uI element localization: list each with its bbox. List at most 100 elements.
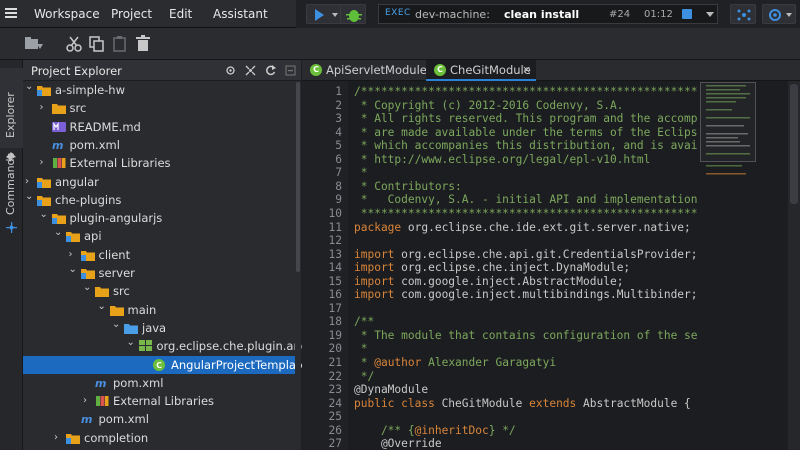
code-token: *: [354, 356, 375, 369]
code-line[interactable]: import com.google.inject.multibindings.M…: [354, 288, 698, 301]
run-button[interactable]: [306, 4, 342, 24]
hamburger-menu-button[interactable]: [0, 0, 22, 28]
editor-scroll-thumb[interactable]: [790, 84, 798, 204]
code-line[interactable]: ****************************************…: [354, 207, 698, 220]
code-line[interactable]: * @author Alexander Garagatyi: [354, 356, 698, 369]
menu-project[interactable]: Project: [111, 7, 152, 21]
chevron-right-icon[interactable]: ›: [40, 157, 44, 168]
tree-item[interactable]: ⌄ main: [23, 301, 295, 319]
code-line[interactable]: * Contributors:: [354, 180, 698, 193]
explorer-rail-tab[interactable]: Explorer: [0, 68, 23, 162]
code-line[interactable]: /** {@inheritDoc} */: [354, 424, 698, 437]
code-line[interactable]: */: [354, 370, 698, 383]
code-line[interactable]: * Codenvy, S.A. - initial API and implem…: [354, 193, 698, 206]
chevron-down-icon[interactable]: ⌄: [112, 319, 120, 330]
tree-item[interactable]: ⌄ java: [23, 319, 295, 337]
code-line[interactable]: * http://www.eclipse.org/legal/epl-v10.h…: [354, 153, 698, 166]
tab-chegitmodule[interactable]: C CheGitModule ×: [426, 60, 536, 81]
command-execution-panel[interactable]: EXEC dev-machine: clean install #24 01:1…: [378, 4, 718, 24]
code-line[interactable]: public class CheGitModule extends Abstra…: [354, 397, 698, 410]
new-item-icon[interactable]: [24, 35, 46, 53]
minimap-viewport[interactable]: [700, 82, 756, 162]
line-number: 23: [328, 383, 342, 397]
chevron-right-icon[interactable]: ›: [83, 395, 87, 406]
code-line[interactable]: import org.eclipse.che.api.git.Credentia…: [354, 248, 698, 261]
copy-icon[interactable]: [88, 35, 106, 53]
collapse-all-icon[interactable]: [245, 65, 256, 76]
stop-icon[interactable]: [682, 9, 692, 19]
delete-icon[interactable]: [134, 35, 152, 53]
tree-item[interactable]: › External Libraries: [23, 154, 295, 172]
chevron-down-icon[interactable]: ⌄: [25, 81, 33, 92]
code-line[interactable]: import org.eclipse.che.inject.DynaModule…: [354, 261, 698, 274]
code-line[interactable]: import com.google.inject.AbstractModule;: [354, 275, 698, 288]
cut-icon[interactable]: [65, 35, 83, 53]
tree-item[interactable]: ⌄ a-simple-hw: [23, 81, 295, 99]
code-line[interactable]: * All rights reserved. This program and …: [354, 112, 698, 125]
tree-item[interactable]: › External Libraries: [23, 392, 295, 410]
tree-item[interactable]: ⌄ src: [23, 282, 295, 300]
chevron-down-icon[interactable]: ⌄: [69, 264, 77, 275]
explorer-scroll-thumb[interactable]: [296, 82, 300, 272]
tree-item[interactable]: m pom.xml: [23, 410, 295, 428]
chevron-right-icon[interactable]: ›: [40, 102, 44, 113]
project-folder-icon: [66, 230, 80, 245]
line-number: 7: [335, 166, 342, 180]
code-line[interactable]: * The module that contains configuration…: [354, 329, 698, 342]
tree-item-label: server: [98, 266, 135, 280]
tree-item[interactable]: C AngularProjectTemplateEx: [23, 355, 322, 374]
code-line[interactable]: @Override: [354, 437, 698, 450]
tree-item[interactable]: ⌄ plugin-angularjs: [23, 209, 295, 227]
close-icon[interactable]: ×: [522, 63, 531, 76]
code-line[interactable]: * which accompanies this distribution, a…: [354, 139, 698, 152]
code-token: * The module that contains configuration…: [360, 328, 698, 342]
line-number: 12: [328, 234, 342, 248]
chevron-down-icon[interactable]: [706, 12, 714, 17]
menu-workspace[interactable]: Workspace: [34, 7, 100, 21]
debug-button[interactable]: [340, 4, 366, 24]
settings-menu-button[interactable]: [762, 4, 796, 24]
folder-icon: [51, 102, 66, 117]
tree-item[interactable]: README.md: [23, 118, 295, 136]
tab-apiservletmodule[interactable]: C ApiServletModule: [302, 60, 427, 81]
tree-item[interactable]: ⌄ server: [23, 264, 295, 282]
machines-button[interactable]: [730, 4, 756, 24]
code-line[interactable]: *: [354, 342, 698, 355]
chevron-down-icon[interactable]: ⌄: [98, 301, 106, 312]
code-line[interactable]: /**: [354, 315, 698, 328]
tree-item[interactable]: › completion: [23, 429, 295, 447]
commands-icon: [6, 222, 17, 233]
commands-rail-tab[interactable]: Commands: [0, 153, 23, 240]
chevron-down-icon[interactable]: ⌄: [83, 282, 91, 293]
tab-label: ApiServletModule: [326, 63, 427, 77]
tree-item[interactable]: ⌄ api: [23, 227, 295, 245]
code-token: @DynaModule: [354, 383, 429, 397]
play-icon: [315, 9, 338, 21]
tree-item[interactable]: m pom.xml: [23, 374, 295, 392]
code-line[interactable]: * are made available under the terms of …: [354, 126, 698, 139]
tree-item[interactable]: ⌄ che-plugins: [23, 191, 295, 209]
code-line[interactable]: /***************************************…: [354, 85, 698, 98]
chevron-right-icon[interactable]: ›: [69, 249, 73, 260]
chevron-right-icon[interactable]: ›: [54, 432, 58, 443]
tree-item[interactable]: › angular: [23, 173, 295, 191]
refresh-icon[interactable]: [265, 65, 276, 76]
code-line[interactable]: package org.eclipse.che.ide.ext.git.serv…: [354, 221, 698, 234]
minimize-panel-icon[interactable]: [285, 65, 296, 76]
tree-item[interactable]: m pom.xml: [23, 136, 295, 154]
locate-icon[interactable]: [225, 65, 236, 76]
code-line[interactable]: @DynaModule: [354, 383, 698, 396]
chevron-right-icon[interactable]: ›: [25, 176, 29, 187]
tree-item[interactable]: › client: [23, 246, 295, 264]
paste-icon[interactable]: [111, 35, 129, 53]
code-line[interactable]: *: [354, 166, 698, 179]
chevron-down-icon[interactable]: ⌄: [40, 209, 48, 220]
chevron-down-icon[interactable]: ⌄: [54, 227, 62, 238]
chevron-down-icon[interactable]: ⌄: [25, 191, 33, 202]
code-line[interactable]: * Copyright (c) 2012-2016 Codenvy, S.A.: [354, 99, 698, 112]
menu-edit[interactable]: Edit: [169, 7, 192, 21]
chevron-down-icon[interactable]: ⌄: [127, 337, 135, 348]
menu-assistant[interactable]: Assistant: [213, 7, 268, 21]
tree-item[interactable]: ⌄ org.eclipse.che.plugin.angula: [23, 337, 326, 355]
tree-item[interactable]: › src: [23, 99, 295, 117]
